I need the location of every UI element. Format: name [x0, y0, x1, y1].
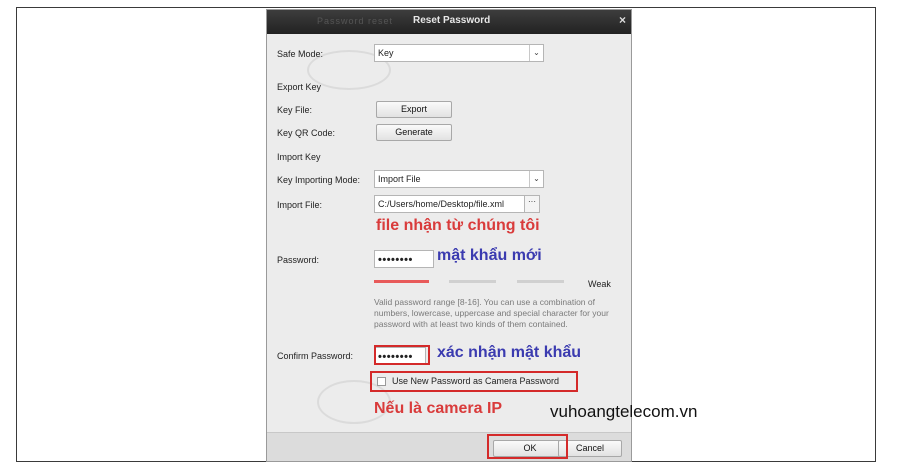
confirm-annotation: xác nhận mật khẩu	[437, 344, 582, 361]
site-watermark: vuhoangtelecom.vn	[550, 402, 698, 421]
checkbox-highlight-box	[370, 371, 578, 392]
reset-password-dialog: Password reset Reset Password × Safe Mod…	[266, 9, 632, 462]
title-ghost-text: Password reset	[317, 16, 394, 26]
import-file-input[interactable]: C:/Users/home/Desktop/file.xml ···	[374, 195, 540, 213]
import-file-value: C:/Users/home/Desktop/file.xml	[378, 199, 505, 209]
strength-bar-segment	[517, 280, 564, 283]
password-hint: Valid password range [8-16]. You can use…	[374, 297, 609, 329]
chevron-down-icon: ⌄	[529, 171, 543, 187]
confirm-password-label: Confirm Password:	[277, 351, 354, 361]
key-importing-mode-value: Import File	[378, 174, 421, 184]
camera-annotation: Nếu là camera IP	[374, 400, 503, 417]
safe-mode-value: Key	[378, 48, 394, 58]
title-bar[interactable]: Password reset Reset Password ×	[267, 10, 631, 34]
import-file-label: Import File:	[277, 200, 323, 210]
import-key-heading: Import Key	[277, 152, 321, 162]
browse-button[interactable]: ···	[524, 195, 540, 213]
key-importing-mode-select[interactable]: Import File ⌄	[374, 170, 544, 188]
new-password-annotation: mật khẩu mới	[437, 247, 542, 264]
confirm-highlight-box	[374, 345, 430, 365]
chevron-down-icon: ⌄	[529, 45, 543, 61]
key-importing-mode-label: Key Importing Mode:	[277, 175, 361, 185]
export-button[interactable]: Export	[376, 101, 452, 118]
ok-highlight-box	[487, 434, 568, 459]
file-annotation: file nhận từ chúng tôi	[376, 217, 540, 234]
strength-bar-segment	[449, 280, 496, 283]
dialog-title: Reset Password	[413, 15, 491, 26]
strength-label: Weak	[588, 279, 611, 289]
generate-button[interactable]: Generate	[376, 124, 452, 141]
password-label: Password:	[277, 255, 320, 265]
strength-bar-segment	[374, 280, 429, 283]
password-value: ••••••••	[378, 254, 413, 266]
safe-mode-select[interactable]: Key ⌄	[374, 44, 544, 62]
password-input[interactable]: ••••••••	[374, 250, 434, 268]
export-key-heading: Export Key	[277, 82, 322, 92]
safe-mode-label: Safe Mode:	[277, 49, 324, 59]
key-file-label: Key File:	[277, 105, 313, 115]
close-icon[interactable]: ×	[619, 13, 626, 27]
key-qr-code-label: Key QR Code:	[277, 128, 336, 138]
